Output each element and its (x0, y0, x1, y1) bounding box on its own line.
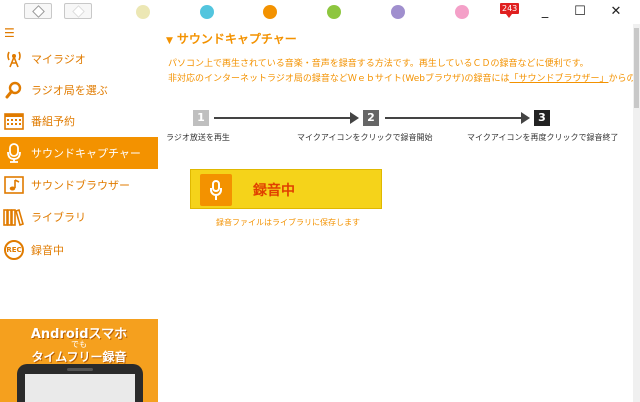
android-promo-banner[interactable]: Androidスマホ でも タイムフリー録音 (0, 319, 158, 402)
description-line-1: パソコン上で再生されている音楽・音声を録音する方法です。再生しているＣＤの録音な… (168, 59, 589, 69)
promo-line-3: タイムフリー録音 (31, 350, 127, 364)
back-button[interactable] (24, 3, 52, 19)
step-3-number: 3 (534, 110, 550, 126)
back-arrow-icon (32, 5, 45, 18)
sidebar-item-sound-capture[interactable]: サウンドキャプチャー (0, 137, 158, 169)
magnifier-icon (2, 79, 26, 101)
microphone-icon[interactable] (200, 174, 232, 206)
color-dot-4[interactable] (327, 5, 341, 19)
sidebar-item-label: 番組予約 (31, 115, 75, 128)
step-arrow-1 (214, 117, 350, 119)
sidebar-item-label: ライブラリ (31, 211, 86, 224)
sidebar-item-library[interactable]: ライブラリ (0, 201, 158, 233)
music-note-icon (2, 174, 26, 196)
sidebar-item-label: マイラジオ (31, 53, 86, 66)
microphone-icon (2, 142, 26, 164)
calendar-icon (2, 110, 26, 132)
sidebar-item-select-station[interactable]: ラジオ局を選ぶ (0, 74, 158, 106)
step-1-number: 1 (193, 110, 209, 126)
books-icon (2, 206, 26, 228)
sidebar-item-label: 録音中 (31, 244, 64, 257)
arrow-right-icon (350, 112, 359, 124)
forward-button[interactable] (64, 3, 92, 19)
main-content: ▼ サウンドキャプチャー パソコン上で再生されている音楽・音声を録音する方法です。… (158, 24, 640, 402)
sidebar-item-label: サウンドブラウザー (31, 179, 130, 192)
save-location-note: 録音ファイルはライブラリに保存します (216, 218, 360, 227)
rec-icon: REC (2, 239, 26, 261)
sidebar-item-label: ラジオ局を選ぶ (31, 84, 108, 97)
description-line-2: 非対応のインターネットラジオ局の録音などＷｅｂサイト(Webブラウザ)の録音には… (168, 71, 640, 84)
title-bar: 243 _ ☐ ✕ (0, 0, 640, 24)
sound-browser-link[interactable]: 「サウンドブラウザー」 (509, 74, 608, 84)
triangle-down-icon: ▼ (166, 36, 173, 46)
forward-arrow-icon (72, 5, 85, 18)
sidebar-item-reservation[interactable]: 番組予約 (0, 105, 158, 137)
notification-count-badge: 243 (500, 3, 520, 14)
color-dot-1[interactable] (136, 5, 150, 19)
step-1-label: ラジオ放送を再生 (166, 133, 230, 142)
smartphone-illustration-icon (17, 364, 143, 402)
description-text: 非対応のインターネットラジオ局の録音などＷｅｂサイト(Webブラウザ)の録音には (168, 74, 510, 84)
color-dot-3[interactable] (263, 5, 277, 19)
recording-status-label: 録音中 (253, 183, 295, 199)
color-dot-5[interactable] (391, 5, 405, 19)
rec-icon-text: REC (4, 240, 24, 260)
maximize-button[interactable]: ☐ (568, 2, 592, 22)
vertical-scrollbar[interactable] (633, 24, 640, 402)
arrow-right-icon (521, 112, 530, 124)
color-dot-6[interactable] (455, 5, 469, 19)
antenna-icon (2, 48, 26, 70)
notification-button[interactable]: 243 (500, 3, 520, 19)
app-window: 243 _ ☐ ✕ ☰ マイラジオ ラジオ局を選ぶ 番組予約 サウンドキャプチャ… (0, 0, 640, 402)
step-2-number: 2 (363, 110, 379, 126)
step-arrow-2 (385, 117, 521, 119)
badge-tail-icon (506, 14, 512, 18)
hamburger-menu-icon[interactable]: ☰ (4, 27, 15, 39)
section-header: ▼ サウンドキャプチャー (166, 30, 297, 47)
step-2-label: マイクアイコンをクリックで録音開始 (297, 133, 433, 142)
sidebar-item-sound-browser[interactable]: サウンドブラウザー (0, 169, 158, 201)
scrollbar-thumb[interactable] (634, 28, 639, 108)
close-button[interactable]: ✕ (604, 2, 628, 22)
sidebar-item-recording[interactable]: REC 録音中 (0, 234, 158, 266)
sidebar-item-my-radio[interactable]: マイラジオ (0, 43, 158, 75)
page-title: サウンドキャプチャー (176, 32, 297, 46)
minimize-button[interactable]: _ (533, 2, 557, 22)
sidebar-item-label: サウンドキャプチャー (31, 147, 141, 160)
step-3-label: マイクアイコンを再度クリックで録音終了 (467, 133, 619, 142)
color-dot-2[interactable] (200, 5, 214, 19)
record-toggle-button[interactable]: 録音中 (190, 169, 382, 209)
sidebar: ☰ マイラジオ ラジオ局を選ぶ 番組予約 サウンドキャプチャー サウンドブラウザ… (0, 24, 158, 402)
